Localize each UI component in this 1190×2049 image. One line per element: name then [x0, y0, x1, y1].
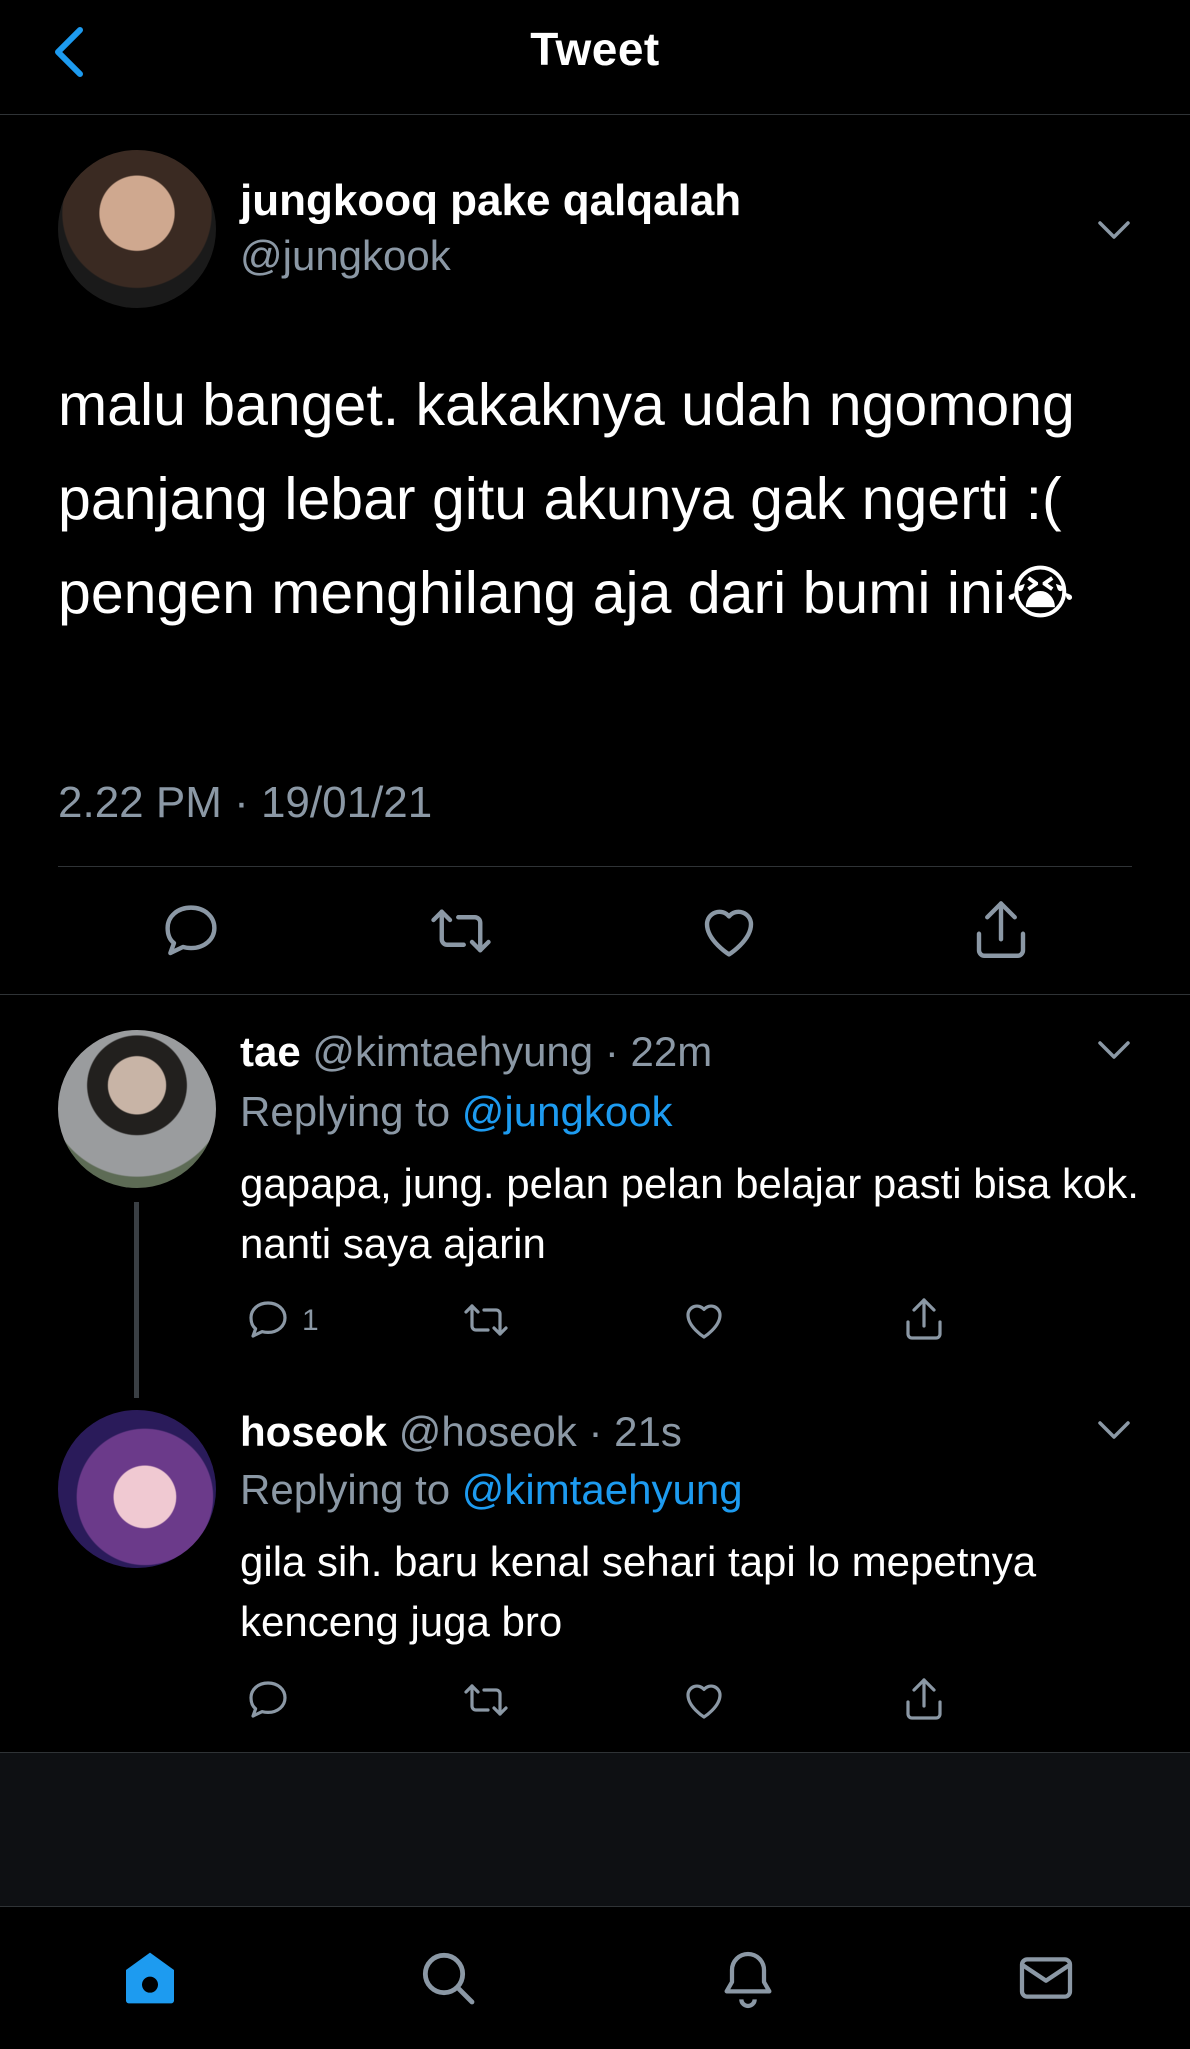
notifications-icon[interactable]: [716, 1946, 780, 2010]
avatar[interactable]: [58, 1030, 216, 1188]
reply-icon[interactable]: [244, 1296, 292, 1344]
replying-to: Replying to @kimtaehyung: [240, 1466, 743, 1514]
messages-icon[interactable]: [1014, 1946, 1078, 2010]
share-icon[interactable]: [900, 1676, 948, 1724]
search-icon[interactable]: [416, 1946, 480, 2010]
mention-link[interactable]: @kimtaehyung: [462, 1466, 743, 1513]
like-icon[interactable]: [680, 1676, 728, 1724]
reply-count: 1: [302, 1304, 319, 1337]
reply-icon[interactable]: [244, 1676, 292, 1724]
share-icon[interactable]: [968, 898, 1034, 964]
chevron-down-icon[interactable]: [1094, 210, 1134, 250]
tweet-text: malu banget. kakaknya udah ngomong panja…: [58, 372, 1075, 626]
handle[interactable]: @jungkook: [240, 232, 451, 280]
reply-time: · 22m: [604, 1028, 713, 1075]
retweet-icon[interactable]: [462, 1296, 510, 1344]
like-icon[interactable]: [680, 1296, 728, 1344]
reply-icon[interactable]: [158, 898, 224, 964]
page-title: Tweet: [530, 23, 660, 75]
home-icon[interactable]: [118, 1946, 182, 2010]
reply-header: hoseok @hoseok · 21s: [240, 1408, 682, 1456]
replying-prefix: Replying to: [240, 1466, 462, 1513]
avatar[interactable]: [58, 150, 216, 308]
handle[interactable]: @kimtaehyung: [312, 1028, 593, 1075]
avatar[interactable]: [58, 1410, 216, 1568]
retweet-icon[interactable]: [428, 898, 494, 964]
reply-text: gapapa, jung. pelan pelan belajar pasti …: [240, 1160, 1139, 1267]
like-icon[interactable]: [696, 898, 762, 964]
display-name[interactable]: jungkooq pake qalqalah: [240, 176, 741, 226]
reply-text: gila sih. baru kenal sehari tapi lo mepe…: [240, 1538, 1037, 1645]
mention-link[interactable]: @jungkook: [462, 1088, 673, 1135]
reply-header: tae @kimtaehyung · 22m: [240, 1028, 712, 1076]
divider: [0, 994, 1190, 995]
replying-to: Replying to @jungkook: [240, 1088, 673, 1136]
display-name[interactable]: hoseok: [240, 1408, 387, 1455]
chevron-down-icon[interactable]: [1094, 1410, 1134, 1450]
thread-line: [134, 1202, 139, 1398]
divider: [58, 866, 1132, 867]
retweet-icon[interactable]: [462, 1676, 510, 1724]
tweet-timestamp: 2.22 PM · 19/01/21: [58, 778, 433, 827]
share-icon[interactable]: [900, 1296, 948, 1344]
handle[interactable]: @hoseok: [399, 1408, 577, 1455]
reply-time: · 21s: [588, 1408, 682, 1455]
chevron-down-icon[interactable]: [1094, 1030, 1134, 1070]
display-name[interactable]: tae: [240, 1028, 301, 1075]
empty-area: [0, 1753, 1190, 1906]
replying-prefix: Replying to: [240, 1088, 462, 1135]
